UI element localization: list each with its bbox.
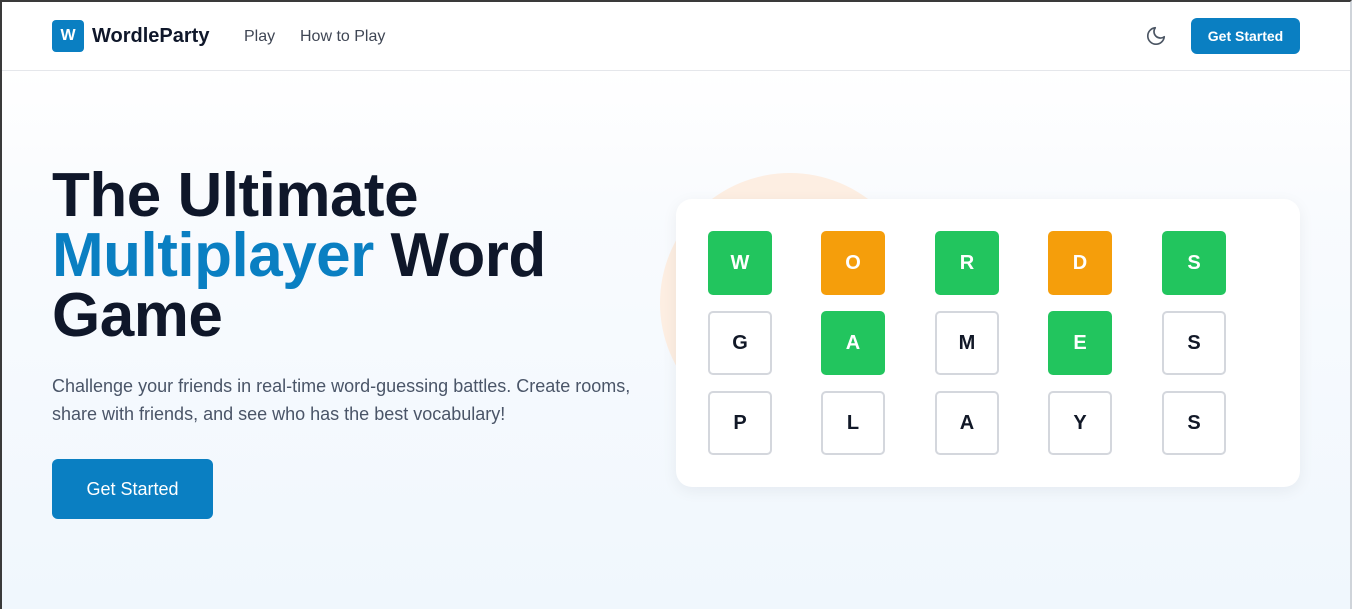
logo-icon[interactable]: W: [52, 20, 84, 52]
board-tile: A: [935, 391, 999, 455]
board-tile: A: [821, 311, 885, 375]
board-tile: R: [935, 231, 999, 295]
header-get-started-button[interactable]: Get Started: [1191, 18, 1300, 54]
hero-title: The Ultimate Multiplayer Word Game: [52, 161, 546, 350]
board-tile: S: [1162, 231, 1226, 295]
hero-description: Challenge your friends in real-time word…: [52, 376, 631, 424]
board-tile: L: [821, 391, 885, 455]
wordle-board-card: WORDSGAMESPLAYS: [676, 199, 1300, 487]
board-tile: M: [935, 311, 999, 375]
brand-name[interactable]: WordleParty: [92, 24, 209, 48]
board-tile: O: [821, 231, 885, 295]
board-tile: S: [1162, 391, 1226, 455]
nav-play-link[interactable]: Play: [244, 27, 275, 47]
board-tile: E: [1048, 311, 1112, 375]
hero-title-line2: Multiplayer Word: [52, 225, 546, 287]
top-navbar: W WordleParty Play How to Play Get Start…: [0, 0, 1352, 71]
hero-title-line1: The Ultimate: [52, 161, 419, 230]
board-tile: S: [1162, 311, 1226, 375]
hero-title-line3: Game: [52, 281, 223, 350]
board-tile: Y: [1048, 391, 1112, 455]
board-tile: W: [708, 231, 772, 295]
hero-title-word: Word: [390, 221, 547, 290]
board-tile: G: [708, 311, 772, 375]
hero-get-started-button[interactable]: Get Started: [52, 459, 213, 519]
moon-icon[interactable]: [1145, 25, 1167, 47]
nav-how-to-play-link[interactable]: How to Play: [300, 27, 385, 47]
board-tile: P: [708, 391, 772, 455]
board-tile: D: [1048, 231, 1112, 295]
hero-title-accent: Multiplayer: [52, 221, 374, 290]
